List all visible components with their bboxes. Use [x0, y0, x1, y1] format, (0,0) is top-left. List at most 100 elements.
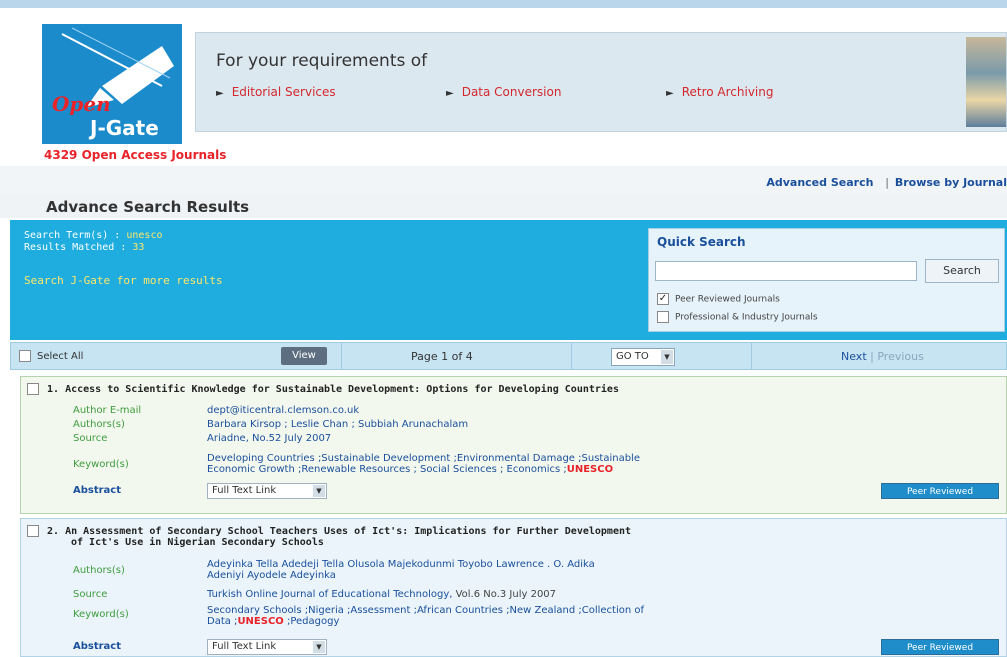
- banner-photo: [966, 37, 1006, 127]
- arrow-icon: ►: [216, 88, 224, 99]
- checkbox[interactable]: [657, 311, 669, 323]
- author-email-link[interactable]: dept@iticentral.clemson.co.uk: [207, 405, 927, 416]
- pager-divider: [571, 343, 572, 369]
- open-access-journals-count[interactable]: 4329 Open Access Journals: [44, 148, 226, 162]
- page-title: Advance Search Results: [46, 198, 250, 216]
- page-indicator: Page 1 of 4: [411, 350, 473, 363]
- source-issue: Vol.6 No.3 July 2007: [452, 589, 557, 600]
- search-terms-line: Search Term(s) : unesco: [24, 230, 162, 241]
- search-terms-value: unesco: [126, 230, 163, 241]
- banner-link-editorial[interactable]: ► Editorial Services: [216, 85, 336, 99]
- full-text-link-select[interactable]: Full Text Link ▼: [207, 483, 327, 499]
- nav-separator: |: [885, 176, 889, 189]
- quick-search-input[interactable]: [655, 261, 917, 281]
- quick-search-button[interactable]: Search: [925, 259, 999, 283]
- authors-value[interactable]: Barbara Kirsop ; Leslie Chan ; Subbiah A…: [207, 419, 927, 430]
- checkbox-checked[interactable]: ✓: [657, 293, 669, 305]
- record-title[interactable]: 1. Access to Scientific Knowledge for Su…: [27, 383, 619, 395]
- record-title-text[interactable]: Access to Scientific Knowledge for Susta…: [65, 384, 619, 395]
- field-label: Source: [73, 589, 108, 600]
- services-banner[interactable]: For your requirements of ► Editorial Serv…: [195, 32, 1007, 132]
- checkbox[interactable]: [19, 350, 31, 362]
- abstract-label: Abstract: [73, 485, 122, 496]
- search-more-results-link[interactable]: Search J-Gate for more results: [24, 274, 223, 287]
- top-strip: [0, 0, 1007, 8]
- source-value: Turkish Online Journal of Educational Te…: [207, 589, 927, 600]
- field-label: Keyword(s): [73, 609, 129, 620]
- goto-label: GO TO: [616, 351, 649, 362]
- field-label: Source: [73, 433, 108, 444]
- results-matched-line: Results Matched : 33: [24, 242, 144, 253]
- pager-separator: |: [870, 350, 874, 363]
- keywords-line-2[interactable]: Data ;: [207, 616, 237, 627]
- full-text-label: Full Text Link: [212, 485, 277, 496]
- pager-divider: [751, 343, 752, 369]
- record-number: 2.: [47, 526, 60, 537]
- select-all[interactable]: Select All: [19, 350, 83, 362]
- banner-link-data-conversion[interactable]: ► Data Conversion: [446, 85, 561, 99]
- chevron-down-icon: ▼: [313, 485, 325, 497]
- logo-jgate-text: J-Gate: [90, 116, 159, 140]
- abstract-label: Abstract: [73, 641, 122, 652]
- keyword-highlight[interactable]: UNESCO: [567, 464, 613, 475]
- record-number: 1.: [47, 384, 60, 395]
- field-label: Author E-mail: [73, 405, 142, 416]
- pager-nav: Next | Previous: [841, 350, 924, 363]
- source-value[interactable]: Ariadne, No.52 July 2007: [207, 433, 927, 444]
- professional-industry-option[interactable]: Professional & Industry Journals: [657, 311, 818, 323]
- result-record: 1. Access to Scientific Knowledge for Su…: [20, 376, 1007, 514]
- keyword-highlight[interactable]: UNESCO: [237, 616, 283, 627]
- peer-reviewed-option[interactable]: ✓ Peer Reviewed Journals: [657, 293, 780, 305]
- record-checkbox[interactable]: [27, 525, 39, 537]
- chevron-down-icon: ▼: [661, 350, 673, 364]
- field-label: Authors(s): [73, 565, 125, 576]
- banner-title: For your requirements of: [216, 51, 428, 71]
- quick-search-title: Quick Search: [657, 235, 746, 249]
- banner-link-label: Editorial Services: [231, 85, 336, 99]
- field-label: Keyword(s): [73, 459, 129, 470]
- peer-reviewed-badge[interactable]: Peer Reviewed: [881, 483, 999, 499]
- logo-open-text: Open: [52, 92, 111, 116]
- authors-value: Adeyinka Tella Adedeji Tella Olusola Maj…: [207, 559, 927, 581]
- results-matched-label: Results Matched :: [24, 242, 127, 253]
- quick-search-panel: Quick Search Search ✓ Peer Reviewed Journ…: [648, 228, 1005, 332]
- banner-link-retro-archiving[interactable]: ► Retro Archiving: [666, 85, 774, 99]
- chevron-down-icon: ▼: [313, 641, 325, 653]
- result-record: 2. An Assessment of Secondary School Tea…: [20, 518, 1007, 657]
- pager-divider: [341, 343, 342, 369]
- previous-link[interactable]: Previous: [877, 350, 924, 363]
- arrow-icon: ►: [666, 88, 674, 99]
- keywords-value: Developing Countries ;Sustainable Develo…: [207, 453, 927, 475]
- top-nav: Advanced Search | Browse by Journal: [758, 176, 1007, 189]
- browse-by-journal-link[interactable]: Browse by Journal: [895, 176, 1007, 189]
- field-label: Authors(s): [73, 419, 125, 430]
- keywords-line-1[interactable]: Developing Countries ;Sustainable Develo…: [207, 453, 640, 464]
- advanced-search-link[interactable]: Advanced Search: [766, 176, 873, 189]
- keywords-line-1[interactable]: Secondary Schools ;Nigeria ;Assessment ;…: [207, 605, 644, 616]
- option-label: Professional & Industry Journals: [675, 312, 818, 323]
- results-matched-value: 33: [132, 242, 145, 253]
- peer-reviewed-badge[interactable]: Peer Reviewed: [881, 639, 999, 655]
- keywords-value: Secondary Schools ;Nigeria ;Assessment ;…: [207, 605, 927, 627]
- search-terms-label: Search Term(s) :: [24, 230, 121, 241]
- select-all-label: Select All: [37, 351, 84, 362]
- record-title-text-cont[interactable]: of Ict's Use in Nigerian Secondary Schoo…: [71, 537, 324, 548]
- record-title-text[interactable]: An Assessment of Secondary School Teache…: [65, 526, 631, 537]
- record-checkbox[interactable]: [27, 383, 39, 395]
- option-label: Peer Reviewed Journals: [675, 294, 780, 305]
- arrow-icon: ►: [446, 88, 454, 99]
- goto-page-select[interactable]: GO TO ▼: [611, 348, 675, 366]
- authors-line-2[interactable]: Adeniyi Ayodele Adeyinka: [207, 570, 336, 581]
- keywords-line-2-end[interactable]: ;Pedagogy: [284, 616, 339, 627]
- full-text-label: Full Text Link: [212, 641, 277, 652]
- source-journal-link[interactable]: Turkish Online Journal of Educational Te…: [207, 589, 452, 600]
- open-j-gate-logo[interactable]: Open J-Gate: [42, 24, 182, 144]
- results-pager: Select All View Page 1 of 4 GO TO ▼ Next …: [10, 342, 1007, 370]
- view-button[interactable]: View: [281, 347, 327, 365]
- next-link[interactable]: Next: [841, 350, 867, 363]
- keywords-line-2[interactable]: Economic Growth ;Renewable Resources ; S…: [207, 464, 567, 475]
- banner-link-label: Retro Archiving: [681, 85, 774, 99]
- record-title[interactable]: 2. An Assessment of Secondary School Tea…: [27, 525, 631, 548]
- authors-line-1[interactable]: Adeyinka Tella Adedeji Tella Olusola Maj…: [207, 559, 595, 570]
- full-text-link-select[interactable]: Full Text Link ▼: [207, 639, 327, 655]
